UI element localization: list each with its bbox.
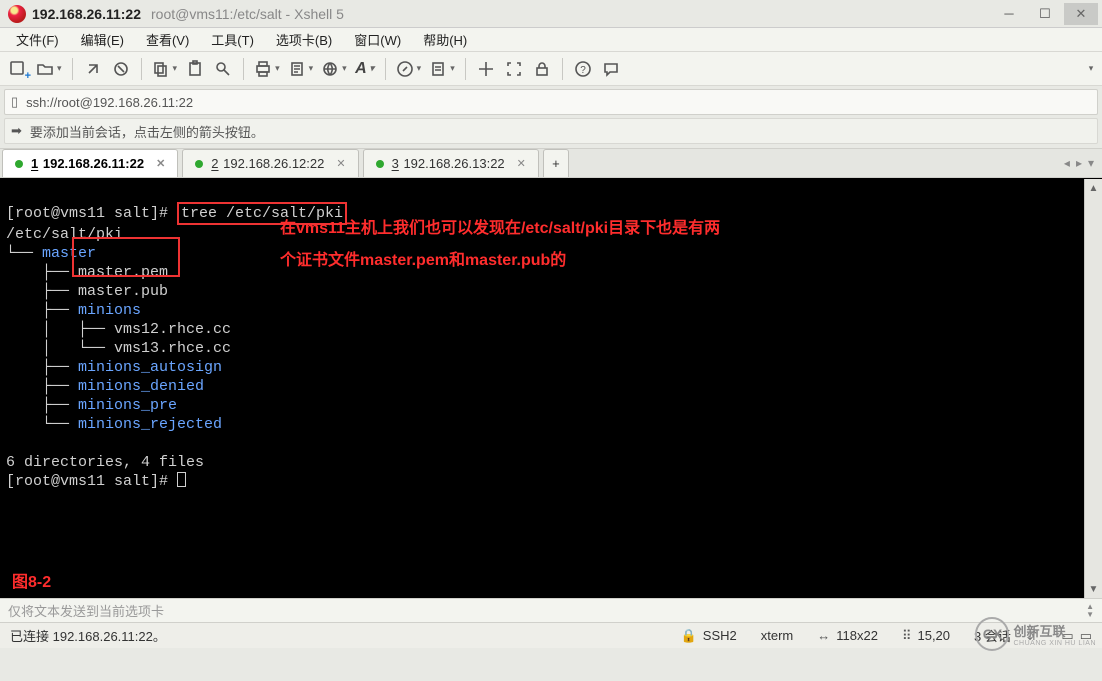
maximize-button[interactable]: ☐ — [1028, 3, 1062, 25]
paste-icon[interactable] — [181, 55, 209, 83]
annotation-line2: 个证书文件master.pem和master.pub的 — [280, 251, 566, 270]
status-term: xterm — [761, 628, 794, 643]
tab-number: 2 — [211, 156, 218, 171]
fullscreen-icon[interactable] — [500, 55, 528, 83]
files-highlight — [72, 237, 180, 277]
figure-label: 图8-2 — [12, 573, 51, 592]
session-tab-1[interactable]: 1 192.168.26.11:22 ✕ — [2, 149, 178, 177]
watermark-badge-icon: CX — [975, 617, 1009, 651]
status-dot-icon — [15, 160, 23, 168]
cursor-icon — [177, 472, 186, 487]
statusbar: 已连接 192.168.26.11:22。 🔒 SSH2 xterm ↔ 118x2… — [0, 622, 1102, 648]
menu-tools[interactable]: 工具(T) — [201, 28, 264, 51]
tab-close-icon[interactable]: ✕ — [517, 157, 526, 170]
address-bar[interactable]: ▯ ssh://root@192.168.26.11:22 — [4, 89, 1098, 115]
tab-scroll-right-icon[interactable]: ▸ — [1076, 156, 1082, 170]
prompt: [root@vms11 salt]# — [6, 473, 177, 490]
bookmark-icon[interactable]: ▯ — [11, 94, 18, 110]
close-button[interactable]: ✕ — [1064, 3, 1098, 25]
titlebar: 192.168.26.11:22 root@vms11:/etc/salt - … — [0, 0, 1102, 28]
menu-tab[interactable]: 选项卡(B) — [266, 28, 342, 51]
tab-number: 1 — [31, 156, 38, 171]
tree-file: vms13.rhce.cc — [114, 340, 231, 357]
print-icon[interactable] — [250, 55, 284, 83]
tab-label: 192.168.26.11:22 — [43, 156, 144, 171]
terminal[interactable]: [root@vms11 salt]# tree /etc/salt/pki /e… — [0, 179, 1084, 598]
scroll-down-icon[interactable]: ▼ — [1085, 580, 1102, 598]
disconnect-icon[interactable] — [107, 55, 135, 83]
script-icon[interactable] — [425, 55, 459, 83]
tab-label: 192.168.26.12:22 — [223, 156, 324, 171]
reconnect-icon[interactable] — [79, 55, 107, 83]
compose-bar[interactable]: 仅将文本发送到当前选项卡 ▲▼ — [0, 598, 1102, 622]
menu-file[interactable]: 文件(F) — [6, 28, 69, 51]
hint-bar: ➡ 要添加当前会话，点击左侧的箭头按钮。 — [4, 118, 1098, 144]
svg-text:?: ? — [580, 65, 586, 76]
properties-icon[interactable] — [284, 55, 318, 83]
tree-dir: minions_pre — [78, 397, 177, 414]
minimize-button[interactable]: ─ — [992, 3, 1026, 25]
toolbar: + A ? — [0, 52, 1102, 86]
status-proto: SSH2 — [703, 628, 737, 643]
status-dot-icon — [376, 160, 384, 168]
tab-close-icon[interactable]: ✕ — [156, 157, 165, 170]
prompt: [root@vms11 salt]# — [6, 205, 177, 222]
tree-dir: minions_denied — [78, 378, 204, 395]
menu-view[interactable]: 查看(V) — [136, 28, 199, 51]
compose-icon[interactable] — [392, 55, 426, 83]
menubar: 文件(F) 编辑(E) 查看(V) 工具(T) 选项卡(B) 窗口(W) 帮助(… — [0, 28, 1102, 52]
open-session-icon[interactable] — [32, 55, 66, 83]
address-text[interactable]: ssh://root@192.168.26.11:22 — [26, 95, 193, 110]
font-icon[interactable]: A — [351, 55, 379, 83]
size-icon: ↔ — [817, 628, 830, 643]
app-icon — [8, 5, 26, 23]
status-connection: 已连接 192.168.26.11:22。 — [10, 626, 166, 645]
scroll-up-icon[interactable]: ▲ — [1085, 179, 1102, 197]
tab-close-icon[interactable]: ✕ — [336, 157, 345, 170]
status-size: 118x22 — [836, 628, 878, 643]
new-session-icon[interactable]: + — [4, 55, 32, 83]
menu-window[interactable]: 窗口(W) — [344, 28, 411, 51]
watermark-sub: CHUANG XIN HU LIAN — [1013, 640, 1096, 647]
title-main: 192.168.26.11:22 — [32, 6, 141, 22]
title-sub: root@vms11:/etc/salt - Xshell 5 — [151, 6, 344, 22]
lock-small-icon: 🔒 — [681, 628, 697, 644]
menu-edit[interactable]: 编辑(E) — [71, 28, 134, 51]
status-pos: 15,20 — [917, 628, 950, 643]
tree-file: vms12.rhce.cc — [114, 321, 231, 338]
feedback-icon[interactable] — [597, 55, 625, 83]
status-dot-icon — [195, 160, 203, 168]
session-tab-bar: 1 192.168.26.11:22 ✕ 2 192.168.26.12:22 … — [0, 148, 1102, 178]
terminal-scrollbar[interactable]: ▲ ▼ — [1084, 179, 1102, 598]
tree-file: master.pub — [78, 283, 168, 300]
tab-add-button[interactable]: + — [543, 149, 569, 177]
compose-placeholder: 仅将文本发送到当前选项卡 — [8, 601, 164, 620]
terminal-pane: [root@vms11 salt]# tree /etc/salt/pki /e… — [0, 178, 1102, 598]
watermark: CX 创新互联 CHUANG XIN HU LIAN — [975, 617, 1096, 651]
xftp-icon[interactable] — [472, 55, 500, 83]
tree-summary: 6 directories, 4 files — [6, 454, 204, 471]
session-tab-2[interactable]: 2 192.168.26.12:22 ✕ — [182, 149, 358, 177]
grid-icon: ⠿ — [902, 628, 912, 644]
lock-icon[interactable] — [528, 55, 556, 83]
tab-number: 3 — [392, 156, 399, 171]
tab-menu-icon[interactable]: ▾ — [1088, 156, 1094, 170]
help-icon[interactable]: ? — [569, 55, 597, 83]
session-tab-3[interactable]: 3 192.168.26.13:22 ✕ — [363, 149, 539, 177]
toolbar-overflow-icon[interactable]: ▾ — [1084, 63, 1098, 74]
tab-scroll-left-icon[interactable]: ◂ — [1064, 156, 1070, 170]
watermark-brand: 创新互联 — [1013, 621, 1096, 640]
tree-dir: minions_rejected — [78, 416, 222, 433]
globe-icon[interactable] — [317, 55, 351, 83]
annotation-line1: 在vms11主机上我们也可以发现在/etc/salt/pki目录下也是有两 — [280, 219, 720, 238]
tree-dir: minions_autosign — [78, 359, 222, 376]
arrow-add-icon[interactable]: ➡ — [11, 123, 22, 139]
copy-icon[interactable] — [148, 55, 182, 83]
search-icon[interactable] — [209, 55, 237, 83]
tree-dir: minions — [78, 302, 141, 319]
menu-help[interactable]: 帮助(H) — [413, 28, 477, 51]
hint-text: 要添加当前会话，点击左侧的箭头按钮。 — [30, 122, 264, 141]
tab-label: 192.168.26.13:22 — [403, 156, 504, 171]
